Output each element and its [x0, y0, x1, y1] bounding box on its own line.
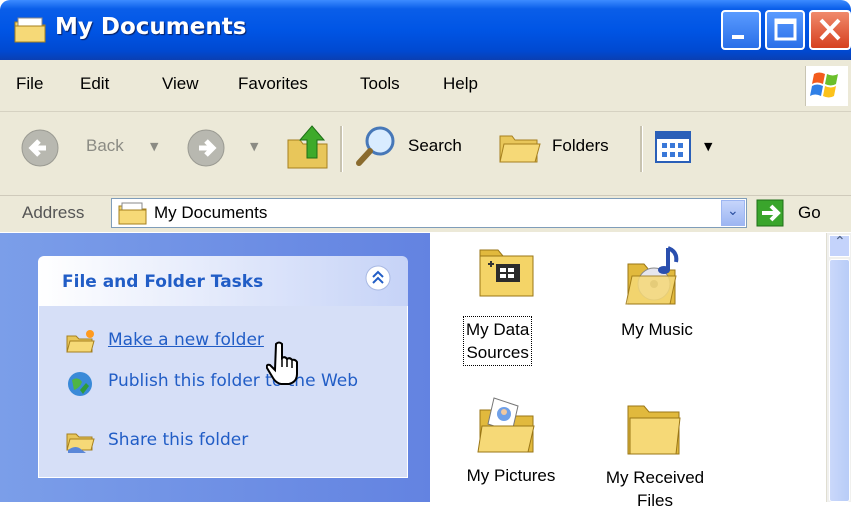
back-arrow-icon	[21, 129, 59, 167]
file-label-my-received-files: My Received Files	[590, 466, 720, 512]
folders-icon	[499, 135, 541, 163]
menu-tools[interactable]: Tools	[360, 74, 400, 94]
scroll-up-button[interactable]: ⌃	[829, 234, 850, 257]
views-button[interactable]: ▼	[654, 130, 724, 166]
hand-cursor-icon	[265, 340, 302, 391]
address-input[interactable]: My Documents ⌄	[111, 198, 747, 228]
address-value: My Documents	[154, 203, 268, 222]
maximize-button[interactable]	[765, 10, 805, 50]
task-item-share-folder[interactable]: Share this folder	[66, 428, 306, 454]
my-documents-folder-icon	[13, 14, 47, 49]
share-folder-icon	[66, 433, 95, 453]
back-label: Back	[86, 136, 124, 155]
share-folder-link[interactable]: Share this folder	[108, 430, 248, 450]
back-dropdown-icon: ▼	[150, 140, 159, 153]
label-line-1: My Received	[605, 468, 705, 487]
forward-dropdown-icon: ▼	[250, 140, 259, 153]
toolbar-separator	[640, 126, 643, 172]
minimize-icon	[732, 35, 744, 39]
menu-bar	[0, 60, 851, 112]
file-item-my-received-files[interactable]: My Received Files	[590, 380, 720, 510]
label-line-2: Sources	[466, 343, 529, 362]
windows-logo-icon	[805, 66, 848, 106]
search-button[interactable]: Search	[354, 124, 484, 170]
task-item-publish-folder[interactable]: Publish this folder to the Web	[66, 370, 366, 422]
menu-view[interactable]: View	[162, 74, 199, 94]
views-dropdown-icon: ▼	[704, 140, 713, 153]
label-line-1: My Data	[466, 320, 530, 339]
search-label: Search	[408, 136, 462, 155]
go-button[interactable]: Go	[756, 199, 836, 229]
publish-web-icon	[68, 372, 92, 396]
publish-folder-link[interactable]: Publish this folder to the Web	[108, 370, 358, 393]
file-folder-tasks-header[interactable]: File and Folder Tasks	[38, 256, 408, 306]
toolbar-separator	[340, 126, 343, 172]
up-folder-icon	[287, 125, 328, 169]
file-item-my-data-sources[interactable]: My Data Sources	[452, 240, 562, 370]
label-line-2: Files	[637, 491, 673, 510]
collapse-chevron-icon[interactable]	[364, 264, 392, 292]
scroll-thumb[interactable]	[829, 259, 850, 502]
new-folder-icon	[66, 330, 95, 353]
address-dropdown-button[interactable]: ⌄	[721, 200, 745, 226]
up-folder-button[interactable]	[284, 120, 332, 172]
file-label-my-data-sources: My Data Sources	[463, 316, 533, 366]
chevron-down-icon: ⌄	[727, 203, 739, 219]
folders-label: Folders	[552, 136, 609, 155]
forward-button[interactable]: ▼	[186, 128, 266, 168]
chevron-up-icon: ⌃	[834, 234, 846, 250]
task-header-title: File and Folder Tasks	[62, 272, 264, 292]
my-documents-small-icon	[118, 202, 147, 225]
go-label: Go	[798, 203, 821, 222]
search-magnifier-icon	[356, 126, 395, 166]
maximize-icon	[774, 18, 797, 41]
make-new-folder-link[interactable]: Make a new folder	[108, 330, 264, 350]
close-icon	[819, 18, 841, 41]
back-button[interactable]: Back ▼	[20, 128, 170, 168]
menu-help[interactable]: Help	[443, 74, 478, 94]
close-button[interactable]	[809, 10, 851, 50]
menu-edit[interactable]: Edit	[80, 74, 109, 94]
go-arrow-icon	[756, 199, 784, 227]
music-folder-icon	[625, 246, 679, 305]
pictures-folder-icon	[477, 397, 535, 453]
minimize-button[interactable]	[721, 10, 761, 50]
window-title: My Documents	[55, 14, 247, 40]
menu-favorites[interactable]: Favorites	[238, 74, 308, 94]
views-icon	[655, 131, 691, 163]
file-label-my-music: My Music	[621, 320, 693, 339]
forward-arrow-icon	[187, 129, 225, 167]
data-sources-folder-icon	[479, 249, 534, 297]
menu-file[interactable]: File	[16, 74, 43, 94]
file-label-my-pictures: My Pictures	[466, 466, 556, 485]
vertical-scrollbar[interactable]: ⌃	[826, 233, 851, 502]
file-item-my-pictures[interactable]: My Pictures	[446, 380, 576, 502]
folders-button[interactable]: Folders	[498, 124, 628, 170]
file-item-my-music[interactable]: My Music	[600, 240, 710, 370]
received-files-folder-icon	[627, 405, 681, 455]
address-label: Address	[22, 203, 85, 222]
